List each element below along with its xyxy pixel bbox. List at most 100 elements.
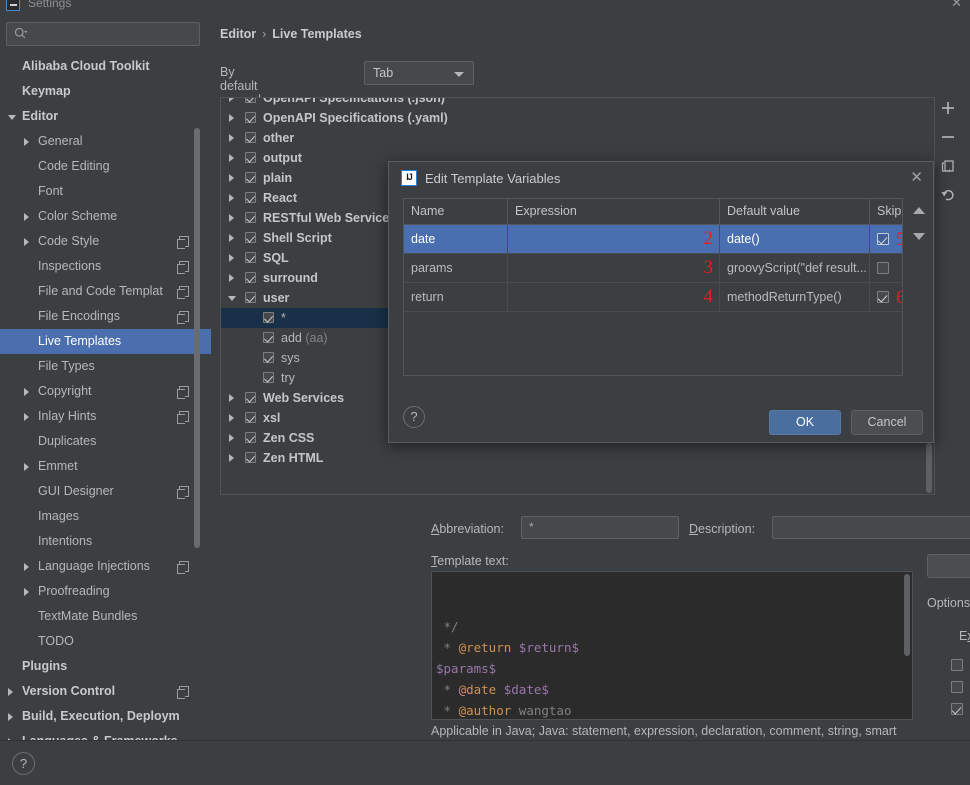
chevron-right-icon[interactable] <box>8 712 13 721</box>
sidebar-item-color-scheme[interactable]: Color Scheme <box>0 204 211 229</box>
variable-default-cell[interactable]: methodReturnType() <box>720 283 870 311</box>
breadcrumb-parent[interactable]: Editor <box>220 27 256 41</box>
chevron-right-icon[interactable] <box>229 234 234 242</box>
chevron-right-icon[interactable] <box>8 687 13 696</box>
template-text-editor[interactable]: */ * @return $return$ $params$ * @date $d… <box>431 571 913 720</box>
templates-scrollbar[interactable] <box>926 443 932 493</box>
add-icon[interactable] <box>936 95 960 120</box>
sidebar-item-languages-frameworks[interactable]: Languages & Frameworks <box>0 729 211 740</box>
chevron-right-icon[interactable] <box>229 214 234 222</box>
reformat-checkbox[interactable] <box>951 659 963 671</box>
template-enabled-checkbox[interactable] <box>245 132 256 143</box>
variable-default-cell[interactable]: groovyScript("def result... <box>720 254 870 282</box>
chevron-right-icon[interactable] <box>24 387 29 396</box>
dialog-close-icon[interactable]: ✕ <box>910 168 923 186</box>
template-enabled-checkbox[interactable] <box>245 272 256 283</box>
dialog-help-button[interactable]: ? <box>403 406 425 428</box>
skip-if-defined-checkbox[interactable] <box>877 262 889 274</box>
variable-name-cell[interactable]: params <box>404 254 508 282</box>
move-down-button[interactable] <box>909 224 929 250</box>
chevron-right-icon[interactable] <box>24 412 29 421</box>
chevron-right-icon[interactable] <box>229 114 234 122</box>
minimize-icon[interactable] <box>6 0 20 11</box>
editor-scrollbar[interactable] <box>904 574 910 656</box>
variables-column-header[interactable]: Default value <box>720 199 870 224</box>
variable-name-cell[interactable]: return <box>404 283 508 311</box>
sidebar-item-general[interactable]: General <box>0 129 211 154</box>
static-import-checkbox[interactable] <box>951 681 963 693</box>
sidebar-item-proofreading[interactable]: Proofreading <box>0 579 211 604</box>
variables-column-header[interactable]: Name <box>404 199 508 224</box>
chevron-right-icon[interactable] <box>229 414 234 422</box>
sidebar-item-file-types[interactable]: File Types <box>0 354 211 379</box>
sidebar-scrollbar[interactable] <box>194 128 200 548</box>
template-tree-row[interactable]: Zen HTML <box>221 448 934 468</box>
sidebar-item-editor[interactable]: Editor <box>0 104 211 129</box>
sidebar-item-file-encodings[interactable]: File Encodings <box>0 304 211 329</box>
sidebar-item-images[interactable]: Images <box>0 504 211 529</box>
skip-if-defined-checkbox[interactable] <box>877 291 889 303</box>
revert-icon[interactable] <box>936 182 960 207</box>
variable-expression-cell[interactable]: 2 <box>508 225 720 253</box>
chevron-right-icon[interactable] <box>229 194 234 202</box>
chevron-right-icon[interactable] <box>24 462 29 471</box>
copy-settings-icon[interactable] <box>177 561 189 574</box>
copy-settings-icon[interactable] <box>177 261 189 274</box>
chevron-right-icon[interactable] <box>229 274 234 282</box>
sidebar-item-version-control[interactable]: Version Control <box>0 679 211 704</box>
chevron-right-icon[interactable] <box>24 212 29 221</box>
skip-if-defined-checkbox[interactable] <box>877 233 889 245</box>
template-enabled-checkbox[interactable] <box>245 212 256 223</box>
template-enabled-checkbox[interactable] <box>245 392 256 403</box>
copy-settings-icon[interactable] <box>177 236 189 249</box>
sidebar-item-live-templates[interactable]: Live Templates <box>0 329 211 354</box>
sidebar-item-build-execution-deploym[interactable]: Build, Execution, Deploym <box>0 704 211 729</box>
move-up-button[interactable] <box>909 198 929 224</box>
sidebar-item-plugins[interactable]: Plugins <box>0 654 211 679</box>
copy-settings-icon[interactable] <box>177 286 189 299</box>
template-enabled-checkbox[interactable] <box>263 332 274 343</box>
sidebar-item-language-injections[interactable]: Language Injections <box>0 554 211 579</box>
template-enabled-checkbox[interactable] <box>245 192 256 203</box>
chevron-right-icon[interactable] <box>229 174 234 182</box>
template-enabled-checkbox[interactable] <box>245 172 256 183</box>
close-icon[interactable]: ✕ <box>951 0 962 11</box>
variables-column-header[interactable]: Skip if defi... <box>870 199 902 224</box>
shorten-fq-names-checkbox[interactable] <box>951 703 963 715</box>
chevron-right-icon[interactable] <box>229 98 234 102</box>
sidebar-item-inspections[interactable]: Inspections <box>0 254 211 279</box>
template-enabled-checkbox[interactable] <box>245 452 256 463</box>
sidebar-item-todo[interactable]: TODO <box>0 629 211 654</box>
edit-variables-button[interactable]: Edit variables <box>927 554 970 578</box>
chevron-right-icon[interactable] <box>229 254 234 262</box>
sidebar-item-gui-designer[interactable]: GUI Designer <box>0 479 211 504</box>
sidebar-item-file-and-code-templat[interactable]: File and Code Templat <box>0 279 211 304</box>
template-enabled-checkbox[interactable] <box>263 352 274 363</box>
variables-table-row[interactable]: date 2 date() 5 <box>404 225 902 254</box>
template-enabled-checkbox[interactable] <box>245 232 256 243</box>
description-input[interactable] <box>772 516 970 539</box>
remove-icon[interactable] <box>936 124 960 149</box>
template-enabled-checkbox[interactable] <box>245 432 256 443</box>
variable-name-cell[interactable]: date <box>404 225 508 253</box>
chevron-right-icon[interactable] <box>229 134 234 142</box>
abbreviation-input[interactable]: * <box>521 516 679 539</box>
copy-settings-icon[interactable] <box>177 686 189 699</box>
template-enabled-checkbox[interactable] <box>245 98 256 103</box>
search-input[interactable] <box>6 22 200 46</box>
sidebar-item-alibaba-cloud-toolkit[interactable]: Alibaba Cloud Toolkit <box>0 54 211 79</box>
help-button[interactable]: ? <box>12 752 35 775</box>
chevron-right-icon[interactable] <box>24 587 29 596</box>
copy-icon[interactable] <box>936 153 960 178</box>
sidebar-item-code-editing[interactable]: Code Editing <box>0 154 211 179</box>
chevron-down-icon[interactable] <box>228 296 236 305</box>
copy-settings-icon[interactable] <box>177 486 189 499</box>
variables-table-row[interactable]: return 4 methodReturnType() 6 <box>404 283 902 312</box>
copy-settings-icon[interactable] <box>177 386 189 399</box>
chevron-right-icon[interactable] <box>229 454 234 462</box>
copy-settings-icon[interactable] <box>177 411 189 424</box>
sidebar-item-duplicates[interactable]: Duplicates <box>0 429 211 454</box>
copy-settings-icon[interactable] <box>177 311 189 324</box>
chevron-right-icon[interactable] <box>24 237 29 246</box>
template-tree-row[interactable]: OpenAPI Specifications (.yaml) <box>221 108 934 128</box>
